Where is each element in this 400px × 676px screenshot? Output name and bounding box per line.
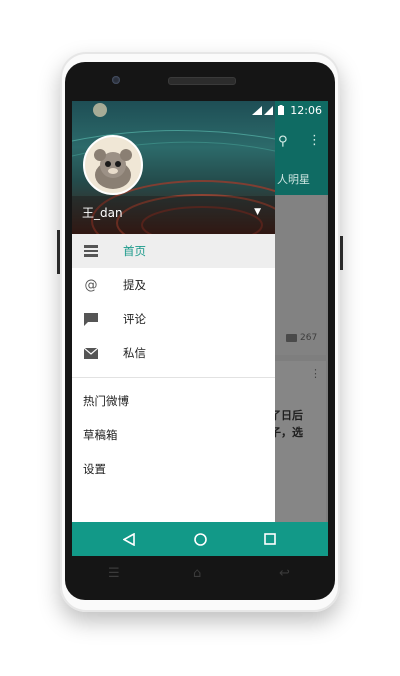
menu-divider	[72, 377, 275, 378]
hardware-menu-icon[interactable]: ☰	[108, 566, 120, 581]
menu-item-messages[interactable]: 私信	[72, 336, 275, 370]
at-icon: @	[84, 277, 98, 293]
comment-icon	[83, 311, 99, 327]
signal-wifi-battery-icon	[252, 105, 284, 115]
squirrel-avatar-icon	[94, 149, 132, 189]
hardware-back-icon[interactable]: ↩	[279, 566, 290, 581]
home-list-icon	[83, 243, 99, 259]
navigation-drawer: 王_dan ▼ 首页 @ 提及 评论 私信 热门微博 草稿箱 设置	[72, 101, 275, 522]
back-triangle-icon[interactable]	[120, 530, 138, 548]
menu-item-label: 热门微博	[83, 394, 129, 408]
feed-card	[270, 195, 326, 355]
menu-item-mentions[interactable]: @ 提及	[72, 268, 275, 302]
screen: ⚲ ⋮ 人明星 267 ⋮ 了日后 子，选 12:06 王_dan ▼ 首页 @…	[72, 101, 328, 556]
status-bar: 12:06	[72, 101, 328, 121]
menu-item-label: 提及	[123, 278, 146, 292]
menu-item-label: 首页	[123, 244, 146, 258]
search-icon[interactable]: ⚲	[278, 134, 288, 149]
overflow-menu-icon[interactable]: ⋮	[308, 133, 321, 148]
menu-item-comments[interactable]: 评论	[72, 302, 275, 336]
avatar[interactable]	[83, 135, 143, 195]
profile-username[interactable]: 王_dan	[82, 204, 123, 221]
menu-item-home[interactable]: 首页	[72, 234, 275, 268]
menu-item-settings[interactable]: 设置	[72, 452, 275, 486]
earpiece-speaker	[168, 77, 236, 85]
status-icons	[252, 105, 288, 119]
recents-square-icon[interactable]	[261, 530, 279, 548]
home-circle-icon[interactable]	[191, 530, 209, 548]
front-camera	[112, 76, 120, 84]
menu-item-drafts[interactable]: 草稿箱	[72, 418, 275, 452]
card-overflow-icon[interactable]: ⋮	[310, 367, 321, 380]
comment-count: 267	[300, 333, 318, 343]
drawer-menu: 首页 @ 提及 评论 私信 热门微博 草稿箱 设置	[72, 234, 275, 486]
system-nav-bar	[72, 522, 328, 556]
menu-item-hot-weibo[interactable]: 热门微博	[72, 384, 275, 418]
power-button	[340, 236, 343, 270]
mail-icon	[83, 345, 99, 361]
account-dropdown-icon[interactable]: ▼	[254, 207, 261, 217]
menu-item-label: 私信	[123, 346, 146, 360]
menu-item-label: 草稿箱	[83, 428, 118, 442]
feed-card	[270, 361, 326, 522]
menu-item-label: 设置	[83, 462, 106, 476]
comment-icon	[286, 334, 297, 342]
background-tab-label[interactable]: 人明星	[277, 171, 310, 187]
status-time: 12:06	[290, 104, 322, 117]
hardware-home-icon[interactable]: ⌂	[193, 566, 201, 581]
menu-item-label: 评论	[123, 312, 146, 326]
volume-button	[57, 230, 60, 274]
